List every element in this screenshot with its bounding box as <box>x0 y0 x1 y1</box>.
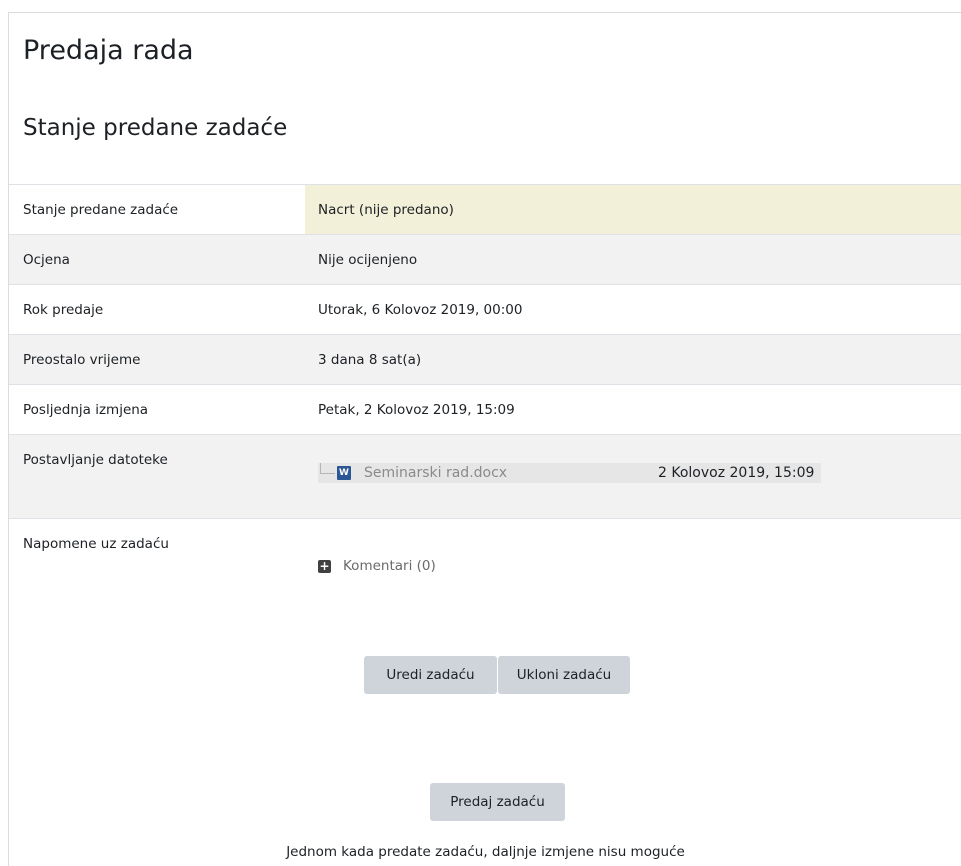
file-link[interactable]: Seminarski rad.docx <box>364 465 507 481</box>
due-date-value: Utorak, 6 Kolovoz 2019, 00:00 <box>305 284 961 335</box>
remove-submission-button[interactable]: Ukloni zadaću <box>498 656 630 694</box>
row-label: Ocjena <box>9 234 305 285</box>
table-row-grade: Ocjena Nije ocijenjeno <box>9 234 961 285</box>
assignment-panel: Predaja rada Stanje predane zadaće Stanj… <box>8 12 961 866</box>
edit-submission-button[interactable]: Uredi zadaću <box>364 656 497 694</box>
word-document-icon: W <box>337 466 351 480</box>
comments-toggle[interactable]: + Komentari (0) <box>318 558 961 574</box>
table-row-due-date: Rok predaje Utorak, 6 Kolovoz 2019, 00:0… <box>9 284 961 335</box>
submission-status-table: Stanje predane zadaće Nacrt (nije predan… <box>9 184 961 623</box>
file-date: 2 Kolovoz 2019, 15:09 <box>658 465 815 481</box>
comments-link[interactable]: Komentari (0) <box>343 558 436 574</box>
table-row-submission-status: Stanje predane zadaće Nacrt (nije predan… <box>9 184 961 235</box>
row-label: Napomene uz zadaću <box>9 518 305 623</box>
row-label: Preostalo vrijeme <box>9 334 305 385</box>
page-title: Predaja rada <box>23 35 194 66</box>
row-label: Posljednja izmjena <box>9 384 305 435</box>
submit-note: Jednom kada predate zadaću, daljnje izmj… <box>286 844 685 860</box>
plus-icon: + <box>318 558 331 573</box>
file-submissions-cell: W Seminarski rad.docx 2 Kolovoz 2019, 15… <box>305 434 961 519</box>
time-remaining-value: 3 dana 8 sat(a) <box>305 334 961 385</box>
tree-line <box>320 462 335 474</box>
grade-value: Nije ocijenjeno <box>305 234 961 285</box>
table-row-file-submissions: Postavljanje datoteke W Seminarski rad.d… <box>9 434 961 519</box>
submission-status-value: Nacrt (nije predano) <box>305 184 961 235</box>
row-label: Postavljanje datoteke <box>9 434 305 519</box>
submit-assignment-button[interactable]: Predaj zadaću <box>430 783 565 821</box>
table-row-last-modified: Posljednja izmjena Petak, 2 Kolovoz 2019… <box>9 384 961 435</box>
file-entry: W Seminarski rad.docx 2 Kolovoz 2019, 15… <box>318 462 821 483</box>
submission-comments-cell: + Komentari (0) <box>305 518 961 623</box>
table-row-submission-comments: Napomene uz zadaću + Komentari (0) <box>9 518 961 623</box>
section-title: Stanje predane zadaće <box>23 115 288 141</box>
table-row-time-remaining: Preostalo vrijeme 3 dana 8 sat(a) <box>9 334 961 385</box>
row-label: Stanje predane zadaće <box>9 184 305 235</box>
row-label: Rok predaje <box>9 284 305 335</box>
last-modified-value: Petak, 2 Kolovoz 2019, 15:09 <box>305 384 961 435</box>
